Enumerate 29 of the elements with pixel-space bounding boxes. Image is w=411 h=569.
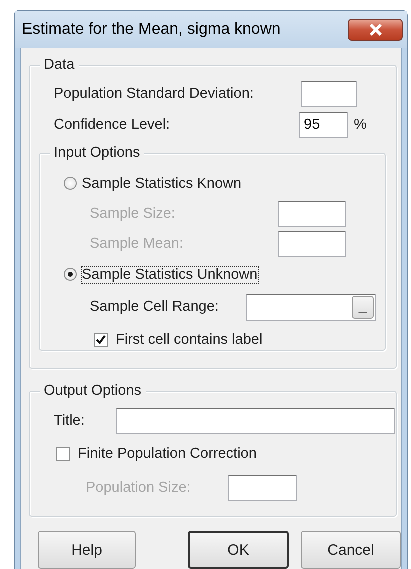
group-label: Output Options <box>40 382 146 400</box>
field-label: Population Standard Deviation: <box>54 86 255 102</box>
input-field[interactable] <box>301 80 357 106</box>
dialog-button[interactable]: Help <box>38 531 136 569</box>
close-button[interactable] <box>348 18 403 40</box>
window-title: Estimate for the Mean, sigma known <box>22 20 281 38</box>
dialog-button[interactable]: OK <box>188 531 289 569</box>
radio-button[interactable] <box>64 177 77 190</box>
radio-button[interactable] <box>64 268 77 281</box>
range-picker-button[interactable]: _ <box>352 296 374 318</box>
dialog-button[interactable]: Cancel <box>301 531 401 569</box>
group-label: Input Options <box>50 144 144 162</box>
input-field[interactable]: 95 <box>299 112 348 138</box>
checkbox-label[interactable]: Finite Population Correction <box>78 446 257 462</box>
close-icon <box>368 24 382 36</box>
option-label[interactable]: Sample Statistics Unknown <box>82 266 258 282</box>
field-label: Confidence Level: <box>54 116 172 132</box>
field-label: Population Size: <box>86 480 192 496</box>
field-label: Sample Size: <box>90 206 176 222</box>
checkbox[interactable] <box>56 447 70 461</box>
checkbox-label[interactable]: First cell contains label <box>116 332 263 348</box>
field-label: Title: <box>54 412 86 428</box>
field-label: Sample Mean: <box>90 236 184 252</box>
unit-label: % <box>354 116 367 132</box>
field-label: Sample Cell Range: <box>90 299 220 315</box>
checkbox[interactable] <box>94 332 108 346</box>
range-field[interactable]: _ <box>246 294 376 320</box>
input-field[interactable] <box>116 408 395 434</box>
option-label[interactable]: Sample Statistics Known <box>82 176 242 192</box>
